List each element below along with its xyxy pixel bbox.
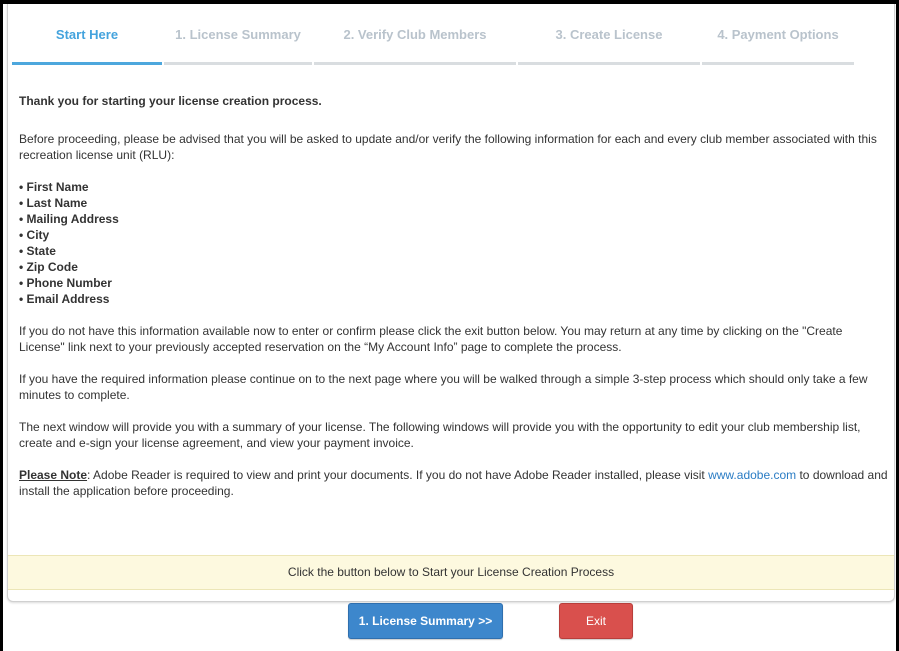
list-item: • Mailing Address <box>19 212 119 226</box>
wizard-steps: Start Here 1. License Summary 2. Verify … <box>12 24 854 65</box>
intro-text: Thank you for starting your license crea… <box>19 94 322 108</box>
list-item: • Phone Number <box>19 276 112 290</box>
advisory-text: Before proceeding, please be advised tha… <box>19 132 877 162</box>
note-text: : Adobe Reader is required to view and p… <box>87 468 709 482</box>
exit-button[interactable]: Exit <box>559 603 633 639</box>
list-item: • City <box>19 228 50 242</box>
list-item: • Email Address <box>19 292 110 306</box>
exit-info-text: If you do not have this information avai… <box>19 324 843 354</box>
list-item: • Zip Code <box>19 260 78 274</box>
instructions-content: Thank you for starting your license crea… <box>19 93 889 499</box>
tab-license-summary[interactable]: 1. License Summary <box>164 24 312 65</box>
note-label: Please Note <box>19 468 88 482</box>
start-process-banner: Click the button below to Start your Lic… <box>8 555 894 590</box>
required-fields-list: • First Name • Last Name • Mailing Addre… <box>19 179 889 307</box>
license-summary-button[interactable]: 1. License Summary >> <box>348 603 503 639</box>
tab-verify-club-members[interactable]: 2. Verify Club Members <box>314 24 516 65</box>
license-wizard-panel: Start Here 1. License Summary 2. Verify … <box>7 4 895 602</box>
adobe-link[interactable]: www.adobe.com <box>708 468 796 482</box>
tab-payment-options[interactable]: 4. Payment Options <box>702 24 854 65</box>
list-item: • First Name <box>19 180 89 194</box>
list-item: • State <box>19 244 56 258</box>
adobe-note: Please Note: Adobe Reader is required to… <box>19 467 889 499</box>
tab-start-here[interactable]: Start Here <box>12 24 162 65</box>
continue-info-text: If you have the required information ple… <box>19 372 868 402</box>
next-window-info-text: The next window will provide you with a … <box>19 420 861 450</box>
tab-create-license[interactable]: 3. Create License <box>518 24 700 65</box>
list-item: • Last Name <box>19 196 88 210</box>
